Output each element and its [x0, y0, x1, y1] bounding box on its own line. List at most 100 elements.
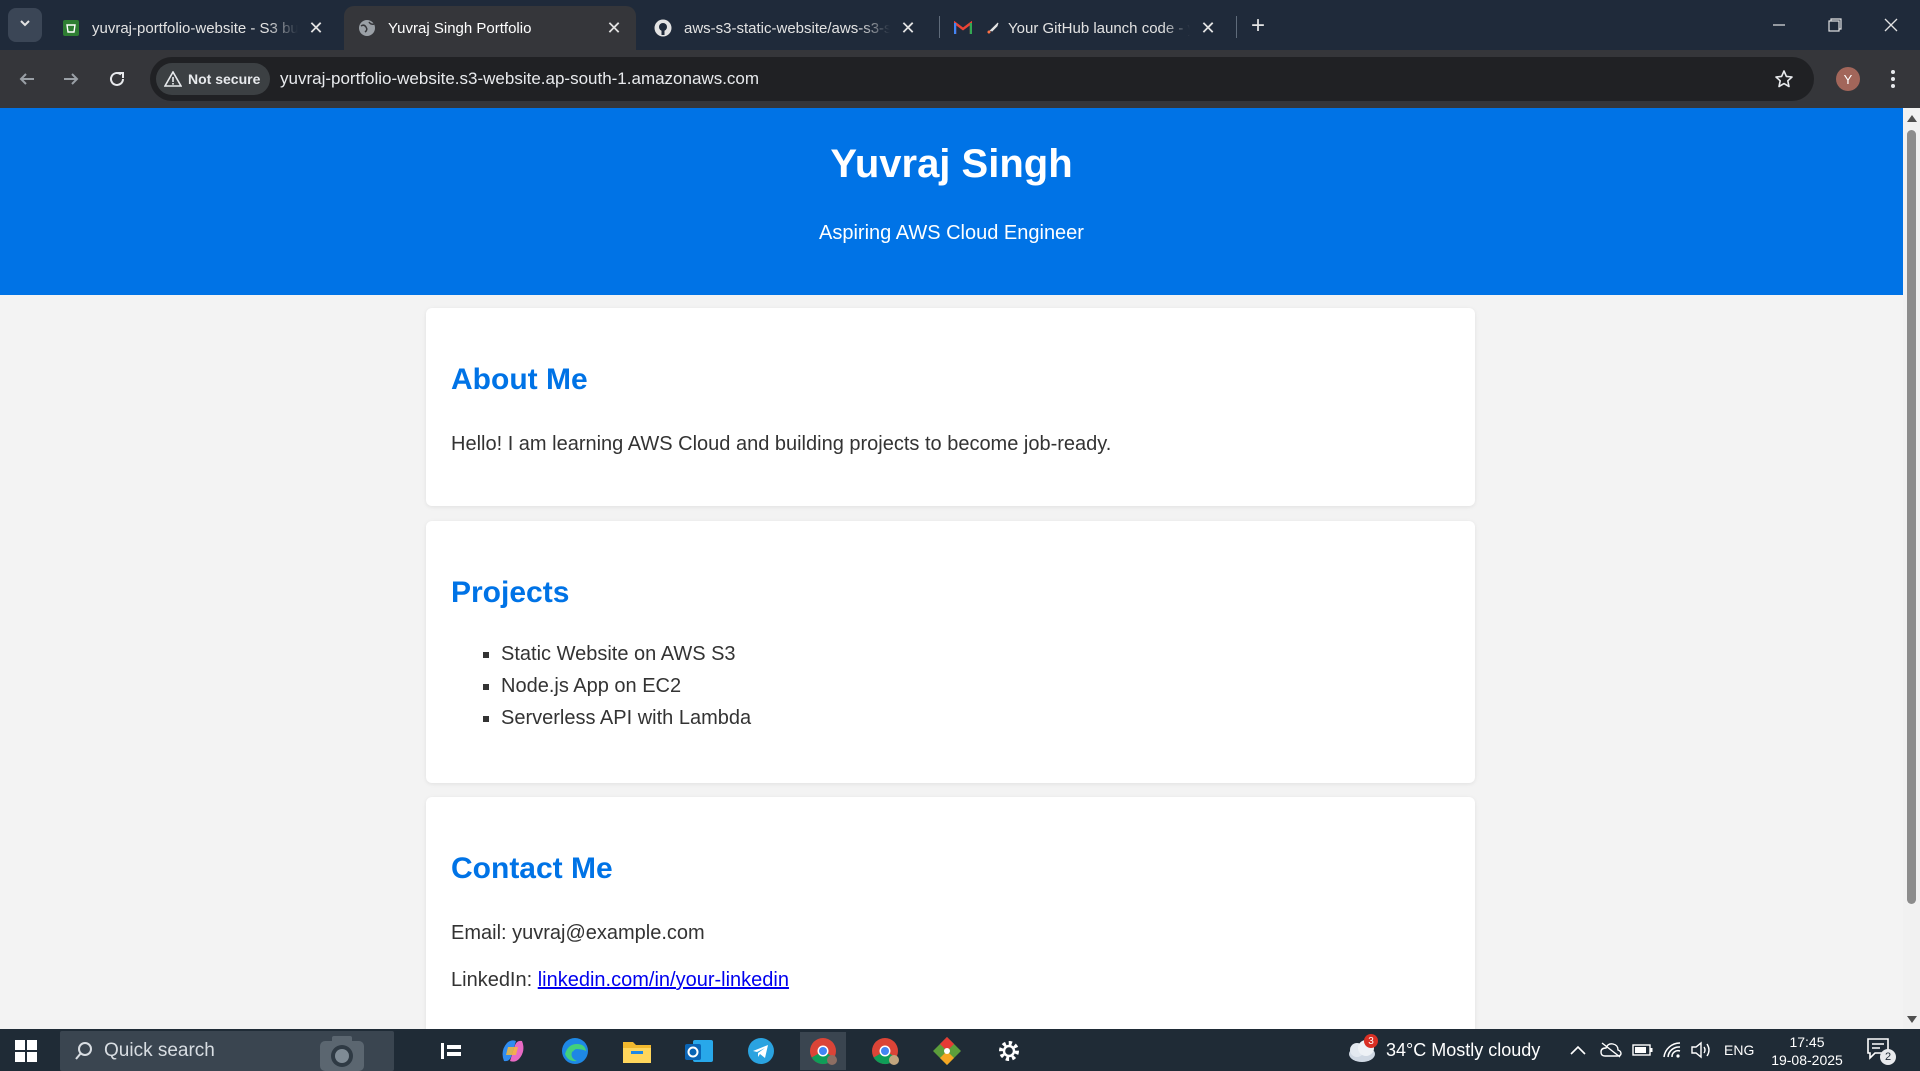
projects-heading: Projects: [451, 576, 570, 609]
tab-gmail[interactable]: Your GitHub launch code - yuvraj ✕: [940, 6, 1230, 50]
about-text: Hello! I am learning AWS Cloud and build…: [451, 433, 1112, 455]
projects-list: Static Website on AWS S3 Node.js App on …: [451, 638, 1450, 734]
tab-s3-bucket[interactable]: yuvraj-portfolio-website - S3 bucket ✕: [48, 6, 338, 50]
close-icon[interactable]: ✕: [604, 18, 624, 38]
scroll-up-arrow[interactable]: [1906, 112, 1917, 123]
about-heading: About Me: [451, 363, 588, 396]
tab-github-repo[interactable]: aws-s3-static-website/aws-s3-static ✕: [640, 6, 930, 50]
task-view-button[interactable]: [428, 1032, 474, 1070]
windows-taskbar: Quick search 3 34°C Mostly cloudy ENG 17…: [0, 1029, 1920, 1071]
weather-badge: 3: [1364, 1034, 1378, 1048]
browser-menu-button[interactable]: [1880, 62, 1906, 96]
search-icon: [74, 1041, 94, 1061]
battery-tray[interactable]: [1632, 1029, 1654, 1071]
s3-bucket-icon: [62, 19, 80, 37]
close-icon[interactable]: ✕: [306, 18, 326, 38]
edge-button[interactable]: [552, 1032, 598, 1070]
weather-text: 34°C Mostly cloudy: [1386, 1039, 1541, 1060]
arrow-left-icon: [19, 73, 34, 85]
tab-search-button[interactable]: [8, 8, 42, 42]
weather-widget[interactable]: 3 34°C Mostly cloudy: [1344, 1029, 1540, 1071]
speaker-icon: [1691, 1041, 1710, 1059]
tab-title: aws-s3-static-website/aws-s3-static: [684, 19, 890, 37]
chrome-profile-button[interactable]: [800, 1032, 846, 1070]
site-security-chip[interactable]: Not secure: [156, 63, 271, 95]
telegram-icon: [748, 1038, 774, 1064]
chrome-button[interactable]: [862, 1032, 908, 1070]
windows-logo-icon: [15, 1040, 37, 1062]
language-indicator[interactable]: ENG: [1724, 1029, 1754, 1071]
close-icon: [1884, 18, 1898, 32]
taskbar-search-box[interactable]: Quick search: [60, 1031, 394, 1071]
projects-section: Projects Static Website on AWS S3 Node.j…: [426, 521, 1475, 783]
tab-title: Yuvraj Singh Portfolio: [388, 19, 532, 37]
list-item: Node.js App on EC2: [501, 670, 1450, 702]
reload-button[interactable]: [100, 62, 134, 96]
wifi-icon: [1663, 1042, 1681, 1058]
clock-time: 17:45: [1789, 1034, 1825, 1050]
volume-tray[interactable]: [1690, 1029, 1712, 1071]
contact-section: Contact Me Email: yuvraj@example.com Lin…: [426, 797, 1475, 1029]
tab-portfolio[interactable]: Yuvraj Singh Portfolio ✕: [344, 6, 636, 50]
profile-avatar[interactable]: Y: [1836, 67, 1860, 91]
chevron-down-icon: [18, 16, 32, 35]
email-line: Email: yuvraj@example.com: [451, 922, 1450, 945]
git-client-button[interactable]: [924, 1032, 970, 1070]
scroll-down-arrow[interactable]: [1906, 1014, 1917, 1025]
github-icon: [654, 19, 672, 37]
forward-button[interactable]: [54, 62, 88, 96]
email-label: Email:: [451, 922, 513, 944]
system-clock[interactable]: 17:45 19-08-2025: [1762, 1033, 1852, 1069]
back-button[interactable]: [10, 62, 44, 96]
bookmark-star-icon[interactable]: [1772, 67, 1796, 91]
vertical-scrollbar[interactable]: [1903, 108, 1920, 1029]
minimize-icon: [1773, 24, 1785, 26]
email-value: yuvraj@example.com: [512, 922, 705, 944]
settings-button[interactable]: [986, 1032, 1032, 1070]
show-hidden-icons[interactable]: [1570, 1029, 1586, 1071]
copilot-icon: [502, 1040, 524, 1062]
more-vertical-icon: [1891, 70, 1895, 88]
git-diamond-icon: [933, 1037, 961, 1065]
browser-toolbar: Not secure yuvraj-portfolio-website.s3-w…: [0, 50, 1920, 108]
reload-icon: [110, 71, 124, 86]
file-explorer-button[interactable]: [614, 1032, 660, 1070]
warning-icon: [164, 71, 182, 87]
telegram-button[interactable]: [738, 1032, 784, 1070]
site-subtitle: Aspiring AWS Cloud Engineer: [819, 222, 1084, 244]
close-window-button[interactable]: [1862, 0, 1920, 50]
url-text[interactable]: yuvraj-portfolio-website.s3-website.ap-s…: [280, 69, 759, 89]
chevron-up-icon: [1570, 1045, 1586, 1055]
linkedin-link[interactable]: linkedin.com/in/your-linkedin: [538, 969, 789, 991]
chrome-icon: [810, 1038, 837, 1065]
clock-date: 19-08-2025: [1771, 1052, 1843, 1068]
security-label: Not secure: [188, 71, 261, 87]
edge-icon: [562, 1038, 588, 1064]
notification-center-button[interactable]: 2: [1866, 1037, 1896, 1065]
wifi-tray[interactable]: [1662, 1029, 1682, 1071]
close-icon[interactable]: ✕: [1198, 18, 1218, 38]
cloud-icon: 3: [1344, 1034, 1378, 1064]
site-header: Yuvraj Singh Aspiring AWS Cloud Engineer: [0, 108, 1903, 295]
close-icon[interactable]: ✕: [898, 18, 918, 38]
onedrive-tray[interactable]: [1600, 1029, 1622, 1071]
address-bar[interactable]: Not secure yuvraj-portfolio-website.s3-w…: [150, 57, 1814, 101]
cloud-offline-icon: [1600, 1042, 1622, 1058]
plus-icon: +: [1250, 12, 1265, 39]
restore-icon: [1828, 18, 1842, 32]
gear-icon: [999, 1041, 1019, 1061]
minimize-button[interactable]: [1750, 0, 1808, 50]
tab-title: yuvraj-portfolio-website - S3 bucket: [92, 19, 298, 37]
copilot-button[interactable]: [490, 1032, 536, 1070]
scroll-thumb[interactable]: [1907, 130, 1916, 904]
start-button[interactable]: [14, 1039, 38, 1063]
notification-count: 2: [1880, 1049, 1896, 1065]
restore-button[interactable]: [1806, 0, 1864, 50]
page-viewport: Yuvraj Singh Aspiring AWS Cloud Engineer…: [0, 108, 1903, 1029]
site-title: Yuvraj Singh: [830, 142, 1073, 186]
contact-heading: Contact Me: [451, 852, 613, 885]
linkedin-line: LinkedIn: linkedin.com/in/your-linkedin: [451, 969, 1450, 992]
outlook-button[interactable]: [676, 1032, 722, 1070]
search-placeholder: Quick search: [104, 1040, 215, 1061]
new-tab-button[interactable]: +: [1244, 12, 1272, 40]
